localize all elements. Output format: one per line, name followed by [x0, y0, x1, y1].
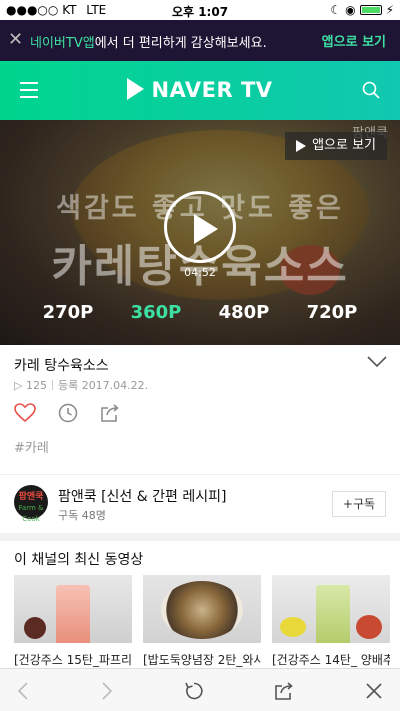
video-thumbnail[interactable] [143, 575, 261, 643]
close-icon[interactable] [364, 681, 384, 701]
app-promo-banner: ✕ 네이버TV앱에서 더 편리하게 감상해보세요. 앱으로 보기 [0, 20, 400, 61]
section-separator [0, 533, 400, 541]
watch-in-app-label: 앱으로 보기 [312, 138, 376, 153]
avatar-brand-text: 팜앤쿡 [18, 492, 44, 502]
video-thumbnail-title[interactable]: [건강주스 15탄_파프리 [14, 651, 132, 668]
latest-videos-list [14, 575, 390, 643]
video-actions [14, 403, 120, 423]
channel-name[interactable]: 팜앤쿡 [신선 & 간편 레시피] [58, 486, 226, 506]
promo-message: 네이버TV앱에서 더 편리하게 감상해보세요. [30, 32, 267, 51]
play-icon [194, 214, 218, 244]
avatar-sub-text: Farm & Cook [18, 504, 44, 523]
quality-selector: 270P 360P 480P 720P [0, 302, 400, 323]
quality-option[interactable]: 720P [307, 302, 358, 323]
close-icon[interactable]: ✕ [8, 29, 23, 50]
registered-date: 등록 2017.04.22. [57, 379, 149, 392]
moon-icon: ☾ [330, 3, 342, 17]
play-count: ▷ 125 [14, 379, 47, 392]
quality-option-selected[interactable]: 360P [131, 302, 182, 323]
play-button[interactable] [164, 191, 236, 263]
charging-icon: ⚡ [385, 3, 394, 17]
reload-icon[interactable] [184, 681, 204, 701]
channel-avatar[interactable]: 팜앤쿡 Farm & Cook [14, 485, 48, 523]
app-header: NAVER TV [0, 61, 400, 120]
status-icons: ☾ ◉ ⚡ [330, 3, 394, 17]
hashtag[interactable]: #카레 [14, 437, 49, 456]
chevron-down-icon[interactable] [367, 355, 387, 369]
promo-text: 에서 더 편리하게 감상해보세요. [94, 36, 267, 51]
promo-app-name: 네이버TV앱 [30, 36, 95, 51]
video-thumbnail-title[interactable]: [건강주스 14탄_ 양배추 [272, 651, 390, 668]
video-title: 카레 탕수육소스 [14, 358, 109, 374]
forward-arrow-icon[interactable] [96, 681, 116, 701]
share-icon[interactable] [100, 403, 120, 423]
quality-option[interactable]: 480P [219, 302, 270, 323]
naver-tv-logo[interactable]: NAVER TV [0, 78, 400, 102]
video-player[interactable]: 팜앤쿡 앱으로 보기 색감도 좋고 맛도 좋은 카레탕수육소스 04:52 27… [0, 120, 400, 345]
latest-videos-heading: 이 채널의 최신 동영상 [14, 552, 144, 568]
search-icon[interactable] [362, 81, 380, 99]
video-thumbnail[interactable] [272, 575, 390, 643]
battery-icon [359, 5, 382, 15]
subscriber-count: 구독 48명 [58, 509, 106, 522]
logo-text: NAVER TV [151, 78, 273, 102]
watch-later-clock-icon[interactable] [58, 403, 78, 423]
play-logo-icon [127, 78, 145, 100]
video-meta: ▷ 125 등록 2017.04.22. [14, 377, 148, 393]
subscribe-label: 구독 [352, 497, 376, 511]
back-arrow-icon[interactable] [14, 681, 34, 701]
play-small-icon [296, 140, 307, 152]
channel-section: 팜앤쿡 Farm & Cook 팜앤쿡 [신선 & 간편 레시피] 구독 48명… [0, 475, 400, 533]
subscribe-button[interactable]: +구독 [332, 491, 386, 517]
video-thumbnail[interactable] [14, 575, 132, 643]
open-app-link[interactable]: 앱으로 보기 [322, 31, 386, 50]
orientation-lock-icon: ◉ [345, 3, 356, 17]
status-bar: ●●●○○ KT LTE 오후 1:07 ☾ ◉ ⚡ [0, 0, 400, 20]
video-duration: 04:52 [184, 266, 216, 279]
watch-in-app-button[interactable]: 앱으로 보기 [285, 132, 387, 160]
quality-option[interactable]: 270P [43, 302, 94, 323]
browser-toolbar [0, 668, 400, 711]
share-page-icon[interactable] [274, 681, 294, 701]
like-heart-icon[interactable] [14, 403, 36, 423]
plus-icon: + [342, 497, 353, 511]
latest-videos-labels: [건강주스 15탄_파프리 [밥도둑양념장 2탄_와사 [건강주스 14탄_ 양… [14, 651, 390, 668]
video-thumbnail-title[interactable]: [밥도둑양념장 2탄_와사 [143, 651, 261, 668]
